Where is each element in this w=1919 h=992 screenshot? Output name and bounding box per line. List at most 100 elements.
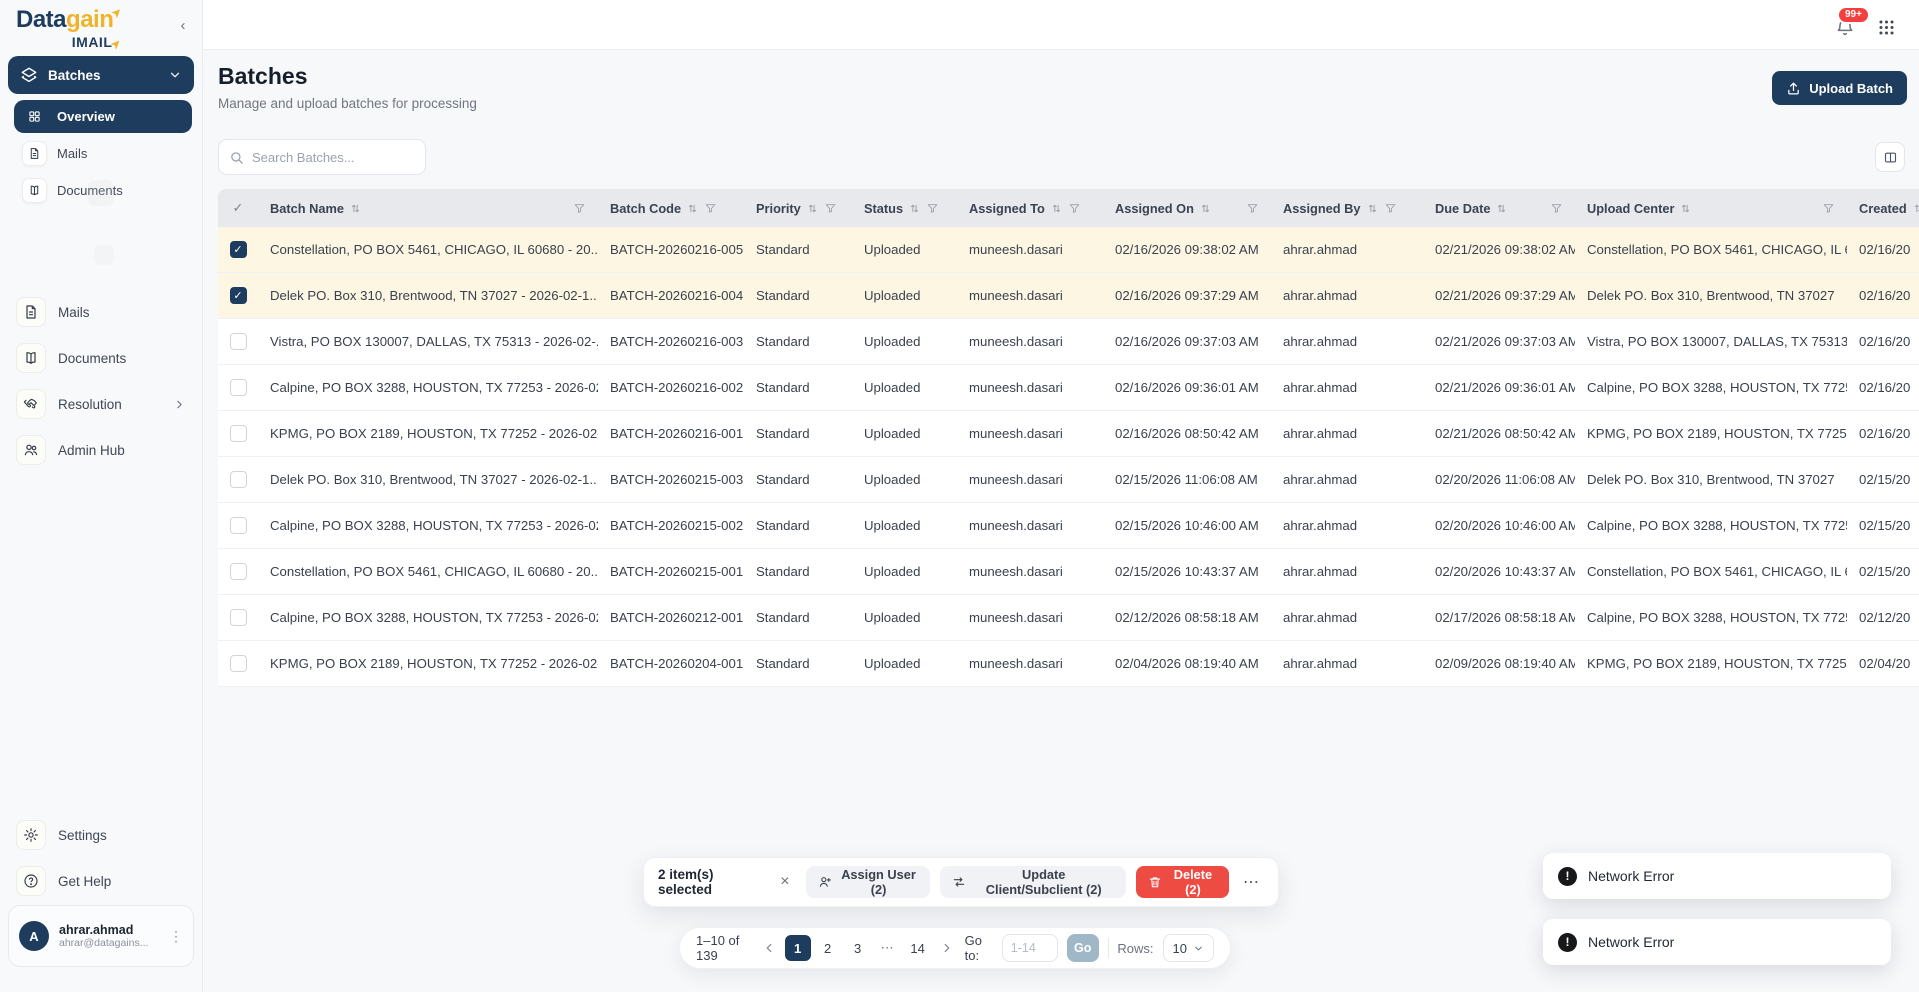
- sidebar-item-batches[interactable]: Batches: [8, 56, 194, 94]
- column-header-status[interactable]: Status: [852, 201, 957, 216]
- filter-icon: [926, 202, 939, 215]
- cell-assigned-to: muneesh.dasari: [957, 242, 1103, 257]
- more-actions-button[interactable]: ⋯: [1239, 872, 1264, 892]
- notifications-button[interactable]: 99+: [1835, 17, 1857, 39]
- prev-page-button[interactable]: [762, 941, 776, 955]
- next-page-button[interactable]: [940, 941, 954, 955]
- sidebar-item-label: Get Help: [58, 874, 111, 889]
- sort-icon: [908, 202, 921, 215]
- column-header-due-date[interactable]: Due Date: [1423, 201, 1575, 216]
- sort-icon: [1912, 202, 1919, 215]
- sidebar-item-admin-hub[interactable]: Admin Hub: [10, 433, 192, 467]
- row-checkbox[interactable]: [230, 333, 247, 350]
- row-checkbox[interactable]: [230, 471, 247, 488]
- sidebar-item-resolution[interactable]: Resolution: [10, 387, 192, 421]
- sidebar-item-get-help[interactable]: Get Help: [10, 864, 192, 898]
- page-button-2[interactable]: 2: [815, 935, 841, 961]
- page-button-3[interactable]: 3: [845, 935, 871, 961]
- column-header-assigned-by[interactable]: Assigned By: [1271, 201, 1423, 216]
- cell-name: Delek PO. Box 310, Brentwood, TN 37027 -…: [258, 472, 598, 487]
- row-checkbox[interactable]: [230, 517, 247, 534]
- sidebar-item-documents[interactable]: Documents: [10, 341, 192, 375]
- column-header-batch-name[interactable]: Batch Name: [258, 201, 598, 216]
- page-button-14[interactable]: 14: [905, 935, 931, 961]
- column-header-priority[interactable]: Priority: [744, 201, 852, 216]
- select-all-header[interactable]: ✓: [218, 200, 258, 216]
- table-row[interactable]: KPMG, PO BOX 2189, HOUSTON, TX 77252 - 2…: [218, 411, 1919, 457]
- brand-product: IMAIL➤: [16, 35, 122, 50]
- row-checkbox[interactable]: ✓: [230, 241, 247, 258]
- chevron-right-icon: [173, 398, 186, 411]
- row-checkbox[interactable]: [230, 425, 247, 442]
- sidebar-subitem-overview[interactable]: Overview: [14, 100, 192, 133]
- user-card[interactable]: A ahrar.ahmad ahrar@datagains... ⋮: [8, 905, 194, 967]
- cell-assigned-to: muneesh.dasari: [957, 472, 1103, 487]
- user-menu-dots-icon[interactable]: ⋮: [169, 928, 183, 945]
- column-label: Upload Center: [1587, 201, 1674, 216]
- update-button[interactable]: Update Client/Subclient (2): [940, 866, 1125, 898]
- filter-icon: [1068, 202, 1081, 215]
- cell-assigned-by: ahrar.ahmad: [1271, 426, 1423, 441]
- toast-notification[interactable]: !Network Error: [1543, 853, 1891, 899]
- user-email: ahrar@datagains...: [59, 937, 148, 949]
- filter-icon: [1384, 202, 1397, 215]
- table-row[interactable]: Calpine, PO BOX 3288, HOUSTON, TX 77253 …: [218, 365, 1919, 411]
- assign-button[interactable]: Assign User (2): [806, 866, 931, 898]
- row-select-cell: [218, 471, 258, 488]
- column-header-batch-code[interactable]: Batch Code: [598, 201, 744, 216]
- table-row[interactable]: ✓Delek PO. Box 310, Brentwood, TN 37027 …: [218, 273, 1919, 319]
- sort-icon: [806, 202, 819, 215]
- row-checkbox[interactable]: [230, 655, 247, 672]
- cell-name: Constellation, PO BOX 5461, CHICAGO, IL …: [258, 564, 598, 579]
- column-header-assigned-to[interactable]: Assigned To: [957, 201, 1103, 216]
- batches-table: ✓Batch NameBatch CodePriorityStatusAssig…: [218, 189, 1919, 699]
- row-checkbox[interactable]: [230, 563, 247, 580]
- cell-due-date: 02/21/2026 09:38:02 AM: [1423, 242, 1575, 257]
- page-button-1[interactable]: 1: [785, 935, 811, 961]
- clear-selection-button[interactable]: ×: [774, 873, 795, 891]
- row-select-cell: [218, 333, 258, 350]
- row-checkbox[interactable]: ✓: [230, 287, 247, 304]
- row-checkbox[interactable]: [230, 609, 247, 626]
- cell-name: Calpine, PO BOX 3288, HOUSTON, TX 77253 …: [258, 518, 598, 533]
- table-header-row: ✓Batch NameBatch CodePriorityStatusAssig…: [218, 189, 1919, 227]
- column-settings-button[interactable]: [1875, 142, 1905, 172]
- cell-status: Uploaded: [852, 334, 957, 349]
- table-row[interactable]: Calpine, PO BOX 3288, HOUSTON, TX 77253 …: [218, 503, 1919, 549]
- sidebar-item-mails[interactable]: Mails: [10, 295, 192, 329]
- goto-page-input[interactable]: [1002, 934, 1058, 962]
- sidebar-item-settings[interactable]: Settings: [10, 818, 192, 852]
- upload-batch-button[interactable]: Upload Batch: [1772, 71, 1907, 105]
- cell-upload-center: Delek PO. Box 310, Brentwood, TN 37027: [1575, 288, 1847, 303]
- table-row[interactable]: Constellation, PO BOX 5461, CHICAGO, IL …: [218, 549, 1919, 595]
- sidebar-nav: Mails Documents Resolution Admin Hub: [10, 295, 192, 479]
- sidebar-subitem-mails[interactable]: Mails: [14, 137, 192, 170]
- sort-icon: [1679, 202, 1692, 215]
- column-label: Batch Name: [270, 201, 344, 216]
- cell-assigned-by: ahrar.ahmad: [1271, 288, 1423, 303]
- sidebar-collapse-button[interactable]: ‹: [172, 14, 194, 36]
- cell-priority: Standard: [744, 518, 852, 533]
- column-header-assigned-on[interactable]: Assigned On: [1103, 201, 1271, 216]
- column-header-upload-center[interactable]: Upload Center: [1575, 201, 1847, 216]
- search-box: [218, 139, 426, 175]
- table-row[interactable]: Vistra, PO BOX 130007, DALLAS, TX 75313 …: [218, 319, 1919, 365]
- apps-grid-icon: [1877, 18, 1896, 37]
- apps-grid-button[interactable]: [1877, 18, 1897, 38]
- cell-priority: Standard: [744, 242, 852, 257]
- delete-button[interactable]: Delete (2): [1136, 866, 1229, 898]
- table-row[interactable]: ✓Constellation, PO BOX 5461, CHICAGO, IL…: [218, 227, 1919, 273]
- notification-badge: 99+: [1837, 6, 1870, 24]
- cell-upload-center: KPMG, PO BOX 2189, HOUSTON, TX 77252: [1575, 656, 1847, 671]
- go-button[interactable]: Go: [1067, 934, 1099, 962]
- row-checkbox[interactable]: [230, 379, 247, 396]
- table-row[interactable]: Calpine, PO BOX 3288, HOUSTON, TX 77253 …: [218, 595, 1919, 641]
- table-row[interactable]: Delek PO. Box 310, Brentwood, TN 37027 -…: [218, 457, 1919, 503]
- column-label: Assigned On: [1115, 201, 1194, 216]
- divider: [1108, 938, 1109, 958]
- column-header-created[interactable]: Created: [1847, 201, 1919, 216]
- table-row[interactable]: KPMG, PO BOX 2189, HOUSTON, TX 77252 - 2…: [218, 641, 1919, 687]
- rows-per-page-select[interactable]: 10: [1163, 934, 1214, 962]
- search-input[interactable]: [252, 150, 415, 165]
- toast-notification[interactable]: !Network Error: [1543, 919, 1891, 965]
